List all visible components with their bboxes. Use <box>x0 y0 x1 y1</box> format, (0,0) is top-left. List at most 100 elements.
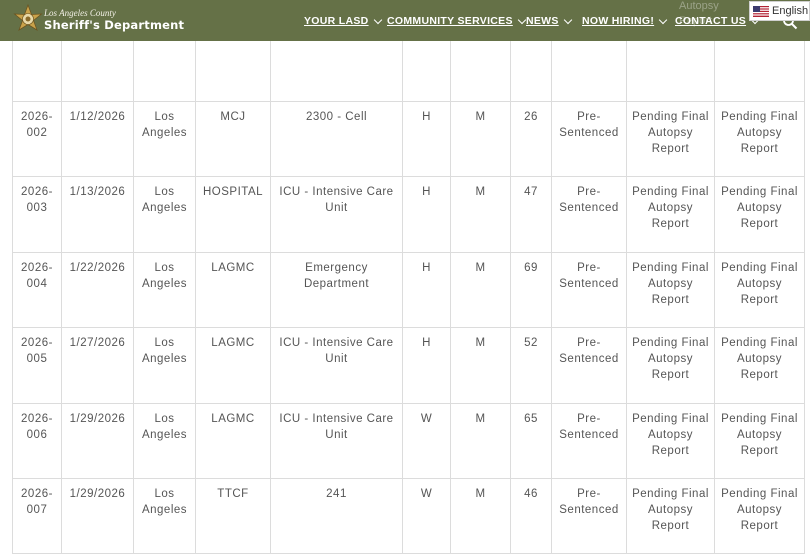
cell-status: Pre-Sentenced <box>551 402 627 479</box>
us-flag-icon <box>753 5 769 17</box>
nav-news[interactable]: NEWS <box>526 15 572 27</box>
cell-text: 65 <box>524 412 538 425</box>
cell-sex: M <box>450 176 511 253</box>
nav-label: COMMUNITY SERVICES <box>387 15 513 27</box>
cell-case-number: 2026-006 <box>12 402 62 479</box>
cell-case-number: 2026-005 <box>12 327 62 404</box>
cell-status: Pre-Sentenced <box>551 327 627 404</box>
cell-manner-of-death: Pending Final Autopsy Report <box>714 100 805 178</box>
cell-text: Pending Final Autopsy Report <box>632 412 709 457</box>
cell-text: Pending Final Autopsy Report <box>721 111 798 155</box>
cell-cause-of-death: Pending Final Autopsy Report <box>626 100 715 178</box>
cell-location: ICU - Intensive Care Unit <box>270 176 403 253</box>
cell-text: M <box>475 111 486 123</box>
cell-status: Pre-Sentenced <box>551 176 627 253</box>
cell-text: Pre-Sentenced <box>559 487 619 516</box>
cell-age: 26 <box>510 100 552 178</box>
cell-text: 2026-003 <box>21 186 53 215</box>
cell-facility: TTCF <box>195 477 271 554</box>
logo-line-county: Los Angeles County <box>44 8 116 18</box>
cell-text: 1/29/2026 <box>69 412 126 425</box>
cell-age: 65 <box>510 402 552 479</box>
cell-text: Pre-Sentenced <box>559 261 619 290</box>
cell-facility: LAGMC <box>195 251 271 329</box>
cell-cause-of-death: Pending Final Autopsy Report <box>626 402 715 479</box>
language-selector[interactable]: English <box>749 1 810 21</box>
cell-text: Los Angeles <box>141 412 188 441</box>
cell-case-number: 2026-004 <box>12 251 62 329</box>
cell-text: 1/12/2026 <box>69 111 126 123</box>
cell-text: 2026-005 <box>21 337 53 366</box>
cell-text: ICU - Intensive Care Unit <box>279 412 394 441</box>
cell-age: 46 <box>510 477 552 554</box>
cell-text: W <box>420 487 433 500</box>
nav-label: NEWS <box>526 15 559 27</box>
nav-community-services[interactable]: COMMUNITY SERVICES <box>387 15 527 27</box>
cell-text: W <box>420 412 433 425</box>
nav-label: YOUR LASD <box>304 15 369 27</box>
cell-text: Pending Final Autopsy Report <box>632 261 709 306</box>
cell-date: 1/22/2026 <box>61 251 134 329</box>
chevron-down-icon <box>517 15 527 24</box>
cell-cause-of-death: Pending Final Autopsy Report <box>626 477 715 554</box>
cell-text: MCJ <box>220 111 246 123</box>
cell-text: 1/13/2026 <box>69 186 126 199</box>
cell-text: 2026-002 <box>21 111 53 139</box>
cell-text: Los Angeles <box>141 261 188 290</box>
cell-text: ICU - Intensive Care Unit <box>279 337 394 366</box>
cell-text: 47 <box>524 186 538 199</box>
cell-text: 2026-004 <box>21 261 53 290</box>
cell-text: Pre-Sentenced <box>559 111 619 139</box>
cell-manner-of-death: Pending Final Autopsy Report <box>714 251 805 329</box>
cell-location: 2300 - Cell <box>270 100 403 178</box>
cell-date: 1/29/2026 <box>61 477 134 554</box>
records-table-container: Pending Final Autopsy Report Pending Fina… <box>12 0 805 554</box>
cell-manner-of-death: Pending Final Autopsy Report <box>714 176 805 253</box>
cell-location: ICU - Intensive Care Unit <box>270 327 403 404</box>
cell-text: M <box>475 186 486 199</box>
cell-text: H <box>422 261 431 274</box>
nav-your-lasd[interactable]: YOUR LASD <box>304 15 382 27</box>
cell-text: Pending Final Autopsy Report <box>721 487 798 532</box>
chevron-down-icon <box>563 15 572 24</box>
cell-status: Pre-Sentenced <box>551 477 627 554</box>
cell-city: Los Angeles <box>133 402 196 479</box>
cell-case-number: 2026-002 <box>12 100 62 178</box>
language-label: English <box>772 5 809 17</box>
cell-date: 1/12/2026 <box>61 100 134 178</box>
cell-sex: M <box>450 477 511 554</box>
cell-text: Los Angeles <box>141 487 188 516</box>
cell-text: 2026-006 <box>21 412 53 441</box>
cell-text: ICU - Intensive Care Unit <box>279 186 394 215</box>
cell-manner-of-death: Pending Final Autopsy Report <box>714 327 805 404</box>
cell-date: 1/13/2026 <box>61 176 134 253</box>
cell-manner-of-death: Pending Final Autopsy Report <box>714 477 805 554</box>
cell-text: Los Angeles <box>141 111 188 139</box>
table-row: 2026-005 1/27/2026 Los Angeles LAGMC ICU - I… <box>12 327 805 404</box>
cell-text: Pre-Sentenced <box>559 186 619 215</box>
cell-race: W <box>402 477 451 554</box>
cell-sex: M <box>450 100 511 178</box>
table-row: 2026-006 1/29/2026 Los Angeles LAGMC ICU - I… <box>12 402 805 479</box>
cell-cause-of-death: Pending Final Autopsy Report <box>626 251 715 329</box>
cell-text: 2026-007 <box>21 487 53 516</box>
cell-text: Pending Final Autopsy Report <box>632 487 709 532</box>
cell-location: ICU - Intensive Care Unit <box>270 402 403 479</box>
cell-text: 69 <box>524 261 538 274</box>
cell-sex: M <box>450 327 511 404</box>
cell-sex: M <box>450 402 511 479</box>
cell-text: Pending Final Autopsy Report <box>721 261 798 306</box>
cell-text: LAGMC <box>211 412 255 425</box>
cell-text: H <box>422 337 431 350</box>
cell-case-number: 2026-007 <box>12 477 62 554</box>
cell-text: Pending Final Autopsy Report <box>721 186 798 231</box>
cell-age: 69 <box>510 251 552 329</box>
table-row: 2026-003 1/13/2026 Los Angeles HOSPITAL ICU … <box>12 176 805 253</box>
cell-status: Pre-Sentenced <box>551 251 627 329</box>
cell-text: H <box>422 111 431 123</box>
chevron-down-icon <box>658 15 668 24</box>
cell-race: H <box>402 100 451 178</box>
faded-cell-text: Autopsy <box>679 0 719 12</box>
nav-now-hiring[interactable]: NOW HIRING! <box>582 15 668 27</box>
logo-line-department: Sheriff's Department <box>44 18 185 32</box>
